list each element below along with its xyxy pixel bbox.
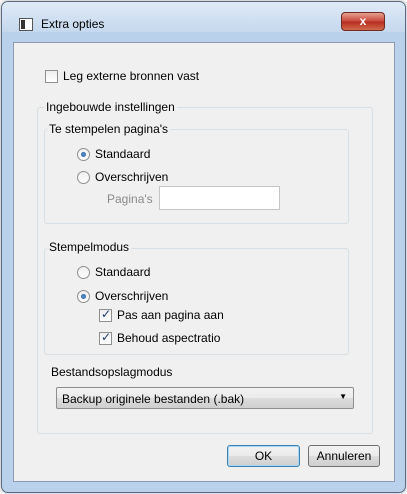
fix-external-sources-label: Leg externe bronnen vast: [63, 69, 200, 83]
close-button[interactable]: x: [341, 12, 385, 31]
builtin-settings-title: Ingebouwde instellingen: [44, 100, 177, 114]
keep-aspect-checkbox[interactable]: [99, 330, 112, 345]
application-icon: [19, 18, 33, 31]
fit-page-checkbox[interactable]: [99, 307, 112, 322]
fix-external-sources-checkbox[interactable]: [45, 69, 58, 83]
fix-external-sources-option[interactable]: Leg externe bronnen vast: [45, 69, 199, 83]
keep-aspect-option[interactable]: Behoud aspectratio: [99, 330, 221, 345]
stamp-overwrite-label: Overschrijven: [95, 289, 169, 303]
dialog-window: Extra opties x Leg externe bronnen vast …: [1, 1, 406, 493]
pages-field-label: Pagina's: [107, 192, 153, 206]
dialog-content: Leg externe bronnen vast Ingebouwde inst…: [13, 42, 395, 482]
storage-mode-label: Bestandsopslagmodus: [51, 365, 173, 379]
pages-standard-radio[interactable]: [77, 147, 90, 161]
storage-mode-value: Backup originele bestanden (.bak): [62, 392, 245, 406]
stamp-standard-radio[interactable]: [77, 265, 90, 279]
stamp-overwrite-option[interactable]: Overschrijven: [77, 289, 168, 303]
chevron-down-icon: ▼: [339, 392, 347, 401]
fit-page-option[interactable]: Pas aan pagina aan: [99, 307, 224, 322]
pages-to-stamp-title: Te stempelen pagina's: [47, 122, 171, 136]
stamp-overwrite-radio[interactable]: [77, 289, 90, 303]
stamp-mode-title: Stempelmodus: [47, 240, 132, 254]
stamp-standard-option[interactable]: Standaard: [77, 265, 150, 279]
cancel-button[interactable]: Annuleren: [308, 445, 380, 467]
fit-page-label: Pas aan pagina aan: [117, 308, 224, 322]
ok-button[interactable]: OK: [227, 445, 300, 467]
stamp-standard-label: Standaard: [95, 265, 151, 279]
keep-aspect-label: Behoud aspectratio: [117, 331, 221, 345]
pages-overwrite-radio[interactable]: [77, 170, 90, 184]
storage-mode-select[interactable]: Backup originele bestanden (.bak) ▼: [56, 387, 354, 409]
pages-standard-option[interactable]: Standaard: [77, 147, 150, 161]
pages-standard-label: Standaard: [95, 147, 151, 161]
pages-overwrite-option[interactable]: Overschrijven: [77, 170, 168, 184]
pages-input[interactable]: [159, 186, 280, 210]
pages-overwrite-label: Overschrijven: [95, 170, 169, 184]
title-bar[interactable]: Extra opties x: [2, 2, 405, 32]
window-title: Extra opties: [41, 17, 105, 31]
